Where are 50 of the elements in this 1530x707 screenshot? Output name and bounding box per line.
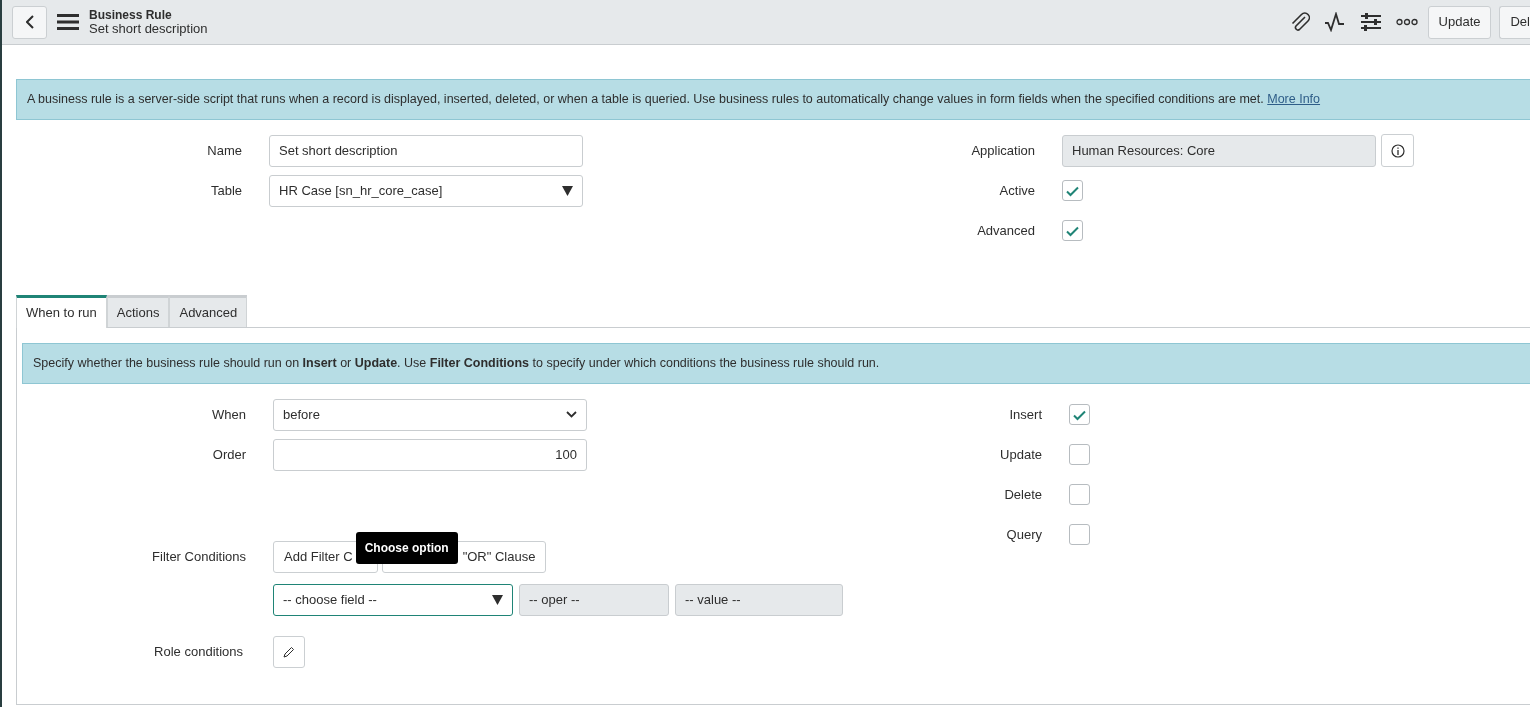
menu-icon[interactable]	[57, 13, 79, 31]
form-title: Business Rule	[89, 8, 173, 22]
field-label: Query	[1005, 525, 1043, 544]
info-button[interactable]	[1381, 134, 1414, 168]
pencil-icon	[283, 645, 295, 658]
record-name: Set short description	[89, 22, 208, 36]
tab[interactable]: Advanced	[169, 294, 248, 327]
field-label: Insert	[1008, 405, 1043, 424]
chevron-down-icon	[566, 411, 577, 418]
field-label: Name	[206, 142, 243, 160]
info-message: Specify whether the business rule should run on Insert or Update. Use Filter Conditions to specify under which conditions the business rule should run.	[22, 342, 1530, 384]
field-label: Delete	[1003, 485, 1043, 504]
caret-down-icon	[492, 594, 503, 605]
checkbox[interactable]	[1069, 404, 1090, 425]
chevron-left-icon	[25, 15, 34, 29]
field-label: Filter Conditions	[151, 547, 247, 566]
field-label: When	[211, 405, 247, 424]
info-icon	[1390, 143, 1405, 158]
checkbox[interactable]	[1062, 220, 1083, 242]
checkbox[interactable]	[1069, 524, 1090, 545]
checkbox[interactable]	[1062, 180, 1083, 202]
checkbox[interactable]	[1069, 444, 1090, 465]
activity-icon[interactable]	[1323, 12, 1346, 32]
field-label: Order	[211, 445, 247, 464]
more-info-link[interactable]: More Info	[1267, 92, 1321, 106]
order-field[interactable]: 100	[273, 438, 587, 471]
choose-field-select[interactable]: -- choose field --	[273, 583, 513, 616]
tab[interactable]: Actions	[106, 294, 170, 327]
operator-field: -- oper --	[519, 583, 669, 616]
back-button[interactable]	[12, 5, 47, 39]
when-select[interactable]: before	[273, 398, 587, 431]
value-field: -- value --	[675, 583, 843, 616]
update-button[interactable]: Update	[1427, 5, 1492, 39]
field-label: Active	[998, 182, 1036, 200]
info-message: A business rule is a server-side script that runs when a record is displayed, inserted, deleted, or when a table is queried. Use business rules to automatically change values in form fields when the specified conditions are met. More Info	[16, 79, 1530, 120]
field-label: Update	[999, 445, 1043, 464]
more-icon[interactable]	[1395, 18, 1418, 26]
field-label: Advanced	[976, 222, 1036, 240]
name-field[interactable]: Set short description	[269, 134, 583, 167]
field-label: Role conditions	[153, 642, 244, 661]
field-label: Application	[970, 142, 1036, 160]
application-field: Human Resources: Core	[1062, 134, 1376, 167]
tooltip: Choose option	[355, 531, 458, 564]
delete-button[interactable]: Del	[1499, 5, 1530, 39]
field-label: Table	[209, 182, 243, 200]
caret-down-icon	[562, 185, 573, 196]
sliders-icon[interactable]	[1359, 12, 1382, 32]
checkbox[interactable]	[1069, 484, 1090, 505]
table-select[interactable]: HR Case [sn_hr_core_case]	[269, 174, 583, 207]
tab[interactable]: When to run	[16, 294, 107, 328]
